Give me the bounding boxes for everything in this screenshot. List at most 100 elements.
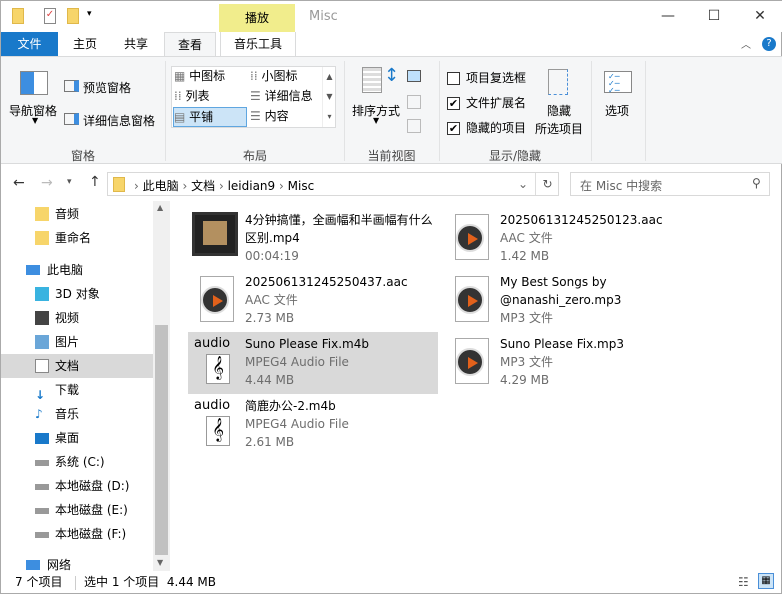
tab-home[interactable]: 主页	[63, 32, 107, 56]
large-icons-view-icon[interactable]: ▦	[758, 573, 774, 589]
search-placeholder: 在 Misc 中搜索	[580, 179, 663, 193]
label: 本地磁盘 (D:)	[55, 479, 130, 493]
file-type: MPEG4 Audio File	[245, 417, 349, 431]
nav-item-rename[interactable]: 重命名	[1, 226, 153, 250]
file-name: 4分钟搞懂，全画幅和半画幅有什么区别.mp4	[245, 213, 433, 245]
hide-selected-button[interactable]: 隐藏	[547, 102, 571, 119]
layout-details[interactable]: ☰ 详细信息	[250, 87, 313, 106]
item-checkboxes-toggle[interactable]: 项目复选框	[447, 69, 526, 86]
label: 图片	[55, 335, 80, 349]
search-icon: ⚲	[752, 176, 761, 190]
customize-qat-icon[interactable]: ▾	[87, 9, 92, 19]
address-bar[interactable]: › 此电脑 › 文档 › leidian9 › Misc ⌄ ↻	[107, 172, 559, 196]
recent-locations-icon[interactable]: ▾	[67, 177, 72, 187]
tab-view[interactable]: 查看	[164, 32, 216, 57]
nav-item-3d-objects[interactable]: 3D 对象	[1, 282, 153, 306]
file-type: AAC 文件	[245, 293, 298, 307]
nav-item-drive-d[interactable]: 本地磁盘 (D:)	[1, 474, 153, 498]
label: 本地磁盘 (F:)	[55, 527, 127, 541]
new-folder-icon[interactable]	[67, 8, 79, 24]
file-item-selected[interactable]: audio 𝄞 Suno Please Fix.m4b MPEG4 Audio Fi…	[188, 332, 438, 394]
group-by-icon[interactable]	[407, 70, 421, 82]
gallery-scroll[interactable]: ▲ ▼ ▾	[322, 67, 336, 127]
nav-item-drive-c[interactable]: 系统 (C:)	[1, 450, 153, 474]
folder-icon[interactable]	[12, 8, 24, 24]
back-icon[interactable]: ←	[13, 175, 25, 191]
address-dropdown-icon[interactable]: ⌄	[518, 177, 528, 191]
collapse-ribbon-icon[interactable]: ︿	[741, 36, 751, 51]
maximize-button[interactable]: ☐	[691, 1, 737, 32]
breadcrumb-misc[interactable]: Misc	[288, 179, 315, 193]
layout-list[interactable]: ⁞⁞ 列表	[174, 87, 209, 106]
m4b-file-icon: audio 𝄞	[192, 398, 240, 450]
content-icon: ☰	[250, 109, 265, 123]
nav-item-desktop[interactable]: 桌面	[1, 426, 153, 450]
m4b-file-icon: audio 𝄞	[192, 336, 240, 388]
tab-share[interactable]: 共享	[113, 32, 159, 56]
file-duration: 00:04:19	[245, 249, 299, 263]
checkbox[interactable]	[447, 72, 460, 85]
nav-item-downloads[interactable]: ↓ 下载	[1, 378, 153, 402]
file-item[interactable]: 202506131245250437.aac AAC 文件 2.73 MB	[188, 270, 438, 332]
ribbon: 导航窗格 ▼ 预览窗格 详细信息窗格 窗格 ▦ 中图标 ⁞⁞ 小图标 ⁞⁞ 列表…	[1, 56, 782, 164]
forward-icon[interactable]: →	[41, 175, 53, 191]
nav-item-music[interactable]: ♪ 音乐	[1, 402, 153, 426]
scroll-down-icon[interactable]: ▼	[157, 558, 163, 567]
preview-pane-icon	[64, 80, 79, 92]
nav-item-documents[interactable]: 文档	[1, 354, 153, 378]
refresh-icon[interactable]: ↻	[535, 173, 559, 195]
audio-file-icon	[447, 336, 495, 388]
checkbox-checked[interactable]: ✔	[447, 97, 460, 110]
file-item[interactable]: Suno Please Fix.mp3 MP3 文件 4.29 MB	[443, 332, 693, 394]
layout-small-icons[interactable]: ⁞⁞ 小图标	[250, 67, 297, 86]
up-icon[interactable]: ↑	[89, 174, 101, 190]
label: 小图标	[261, 69, 298, 83]
file-item[interactable]: My Best Songs by @nanashi_zero.mp3 MP3 文件	[443, 270, 693, 332]
preview-pane-button[interactable]: 预览窗格	[83, 79, 131, 96]
file-extensions-toggle[interactable]: ✔ 文件扩展名	[447, 94, 526, 111]
file-type: AAC 文件	[500, 231, 553, 245]
file-item[interactable]: 4分钟搞懂，全画幅和半画幅有什么区别.mp4 00:04:19	[188, 208, 438, 270]
group-label-show-hide: 显示/隐藏	[488, 149, 542, 163]
layout-content[interactable]: ☰ 内容	[250, 107, 289, 126]
nav-item-drive-f[interactable]: 本地磁盘 (F:)	[1, 522, 153, 546]
details-pane-button[interactable]: 详细信息窗格	[83, 112, 155, 129]
scrollbar-thumb[interactable]	[155, 325, 168, 555]
scroll-up-icon[interactable]: ▲	[157, 203, 163, 212]
file-item[interactable]: audio 𝄞 简鹿办公-2.m4b MPEG4 Audio File 2.61 MB	[188, 394, 438, 456]
nav-item-drive-e[interactable]: 本地磁盘 (E:)	[1, 498, 153, 522]
options-button[interactable]: 选项	[605, 102, 629, 119]
add-columns-icon	[407, 95, 421, 109]
nav-item-pictures[interactable]: 图片	[1, 330, 153, 354]
hide-selected-button-line2[interactable]: 所选项目	[535, 120, 583, 137]
hidden-items-toggle[interactable]: ✔ 隐藏的项目	[447, 119, 526, 136]
label: 下载	[55, 383, 80, 397]
breadcrumb-this-pc[interactable]: 此电脑	[143, 179, 179, 193]
nav-scrollbar[interactable]: ▲ ▼	[153, 201, 170, 571]
drive-icon	[35, 532, 49, 538]
help-icon[interactable]: ?	[762, 37, 776, 51]
desktop-icon	[35, 433, 49, 444]
properties-icon[interactable]: ✓	[44, 8, 56, 24]
label: 视频	[55, 311, 80, 325]
sort-arrow-icon: ↕	[384, 65, 400, 86]
layout-medium-icons[interactable]: ▦ 中图标	[174, 67, 248, 86]
nav-item-videos[interactable]: 视频	[1, 306, 153, 330]
nav-item-this-pc[interactable]: 此电脑	[1, 258, 153, 282]
file-item[interactable]: 202506131245250123.aac AAC 文件 1.42 MB	[443, 208, 693, 270]
close-button[interactable]: ✕	[737, 1, 782, 32]
search-input[interactable]: 在 Misc 中搜索 ⚲	[570, 172, 770, 196]
nav-item-audio[interactable]: 音频	[1, 202, 153, 226]
tab-file[interactable]: 文件	[1, 32, 58, 56]
minimize-button[interactable]: —	[645, 1, 691, 32]
layout-tiles[interactable]: ▤ 平铺	[173, 107, 247, 127]
checkbox-checked[interactable]: ✔	[447, 122, 460, 135]
group-label-panes: 窗格	[70, 149, 95, 163]
label: 音频	[55, 207, 80, 221]
details-view-icon[interactable]: ☷	[738, 571, 749, 593]
breadcrumb-leidian9[interactable]: leidian9	[228, 179, 276, 193]
file-size: 2.61 MB	[245, 435, 295, 449]
tiles-icon: ▤	[174, 110, 190, 124]
tab-music-tools[interactable]: 音乐工具	[220, 32, 296, 56]
breadcrumb-documents[interactable]: 文档	[191, 179, 215, 193]
